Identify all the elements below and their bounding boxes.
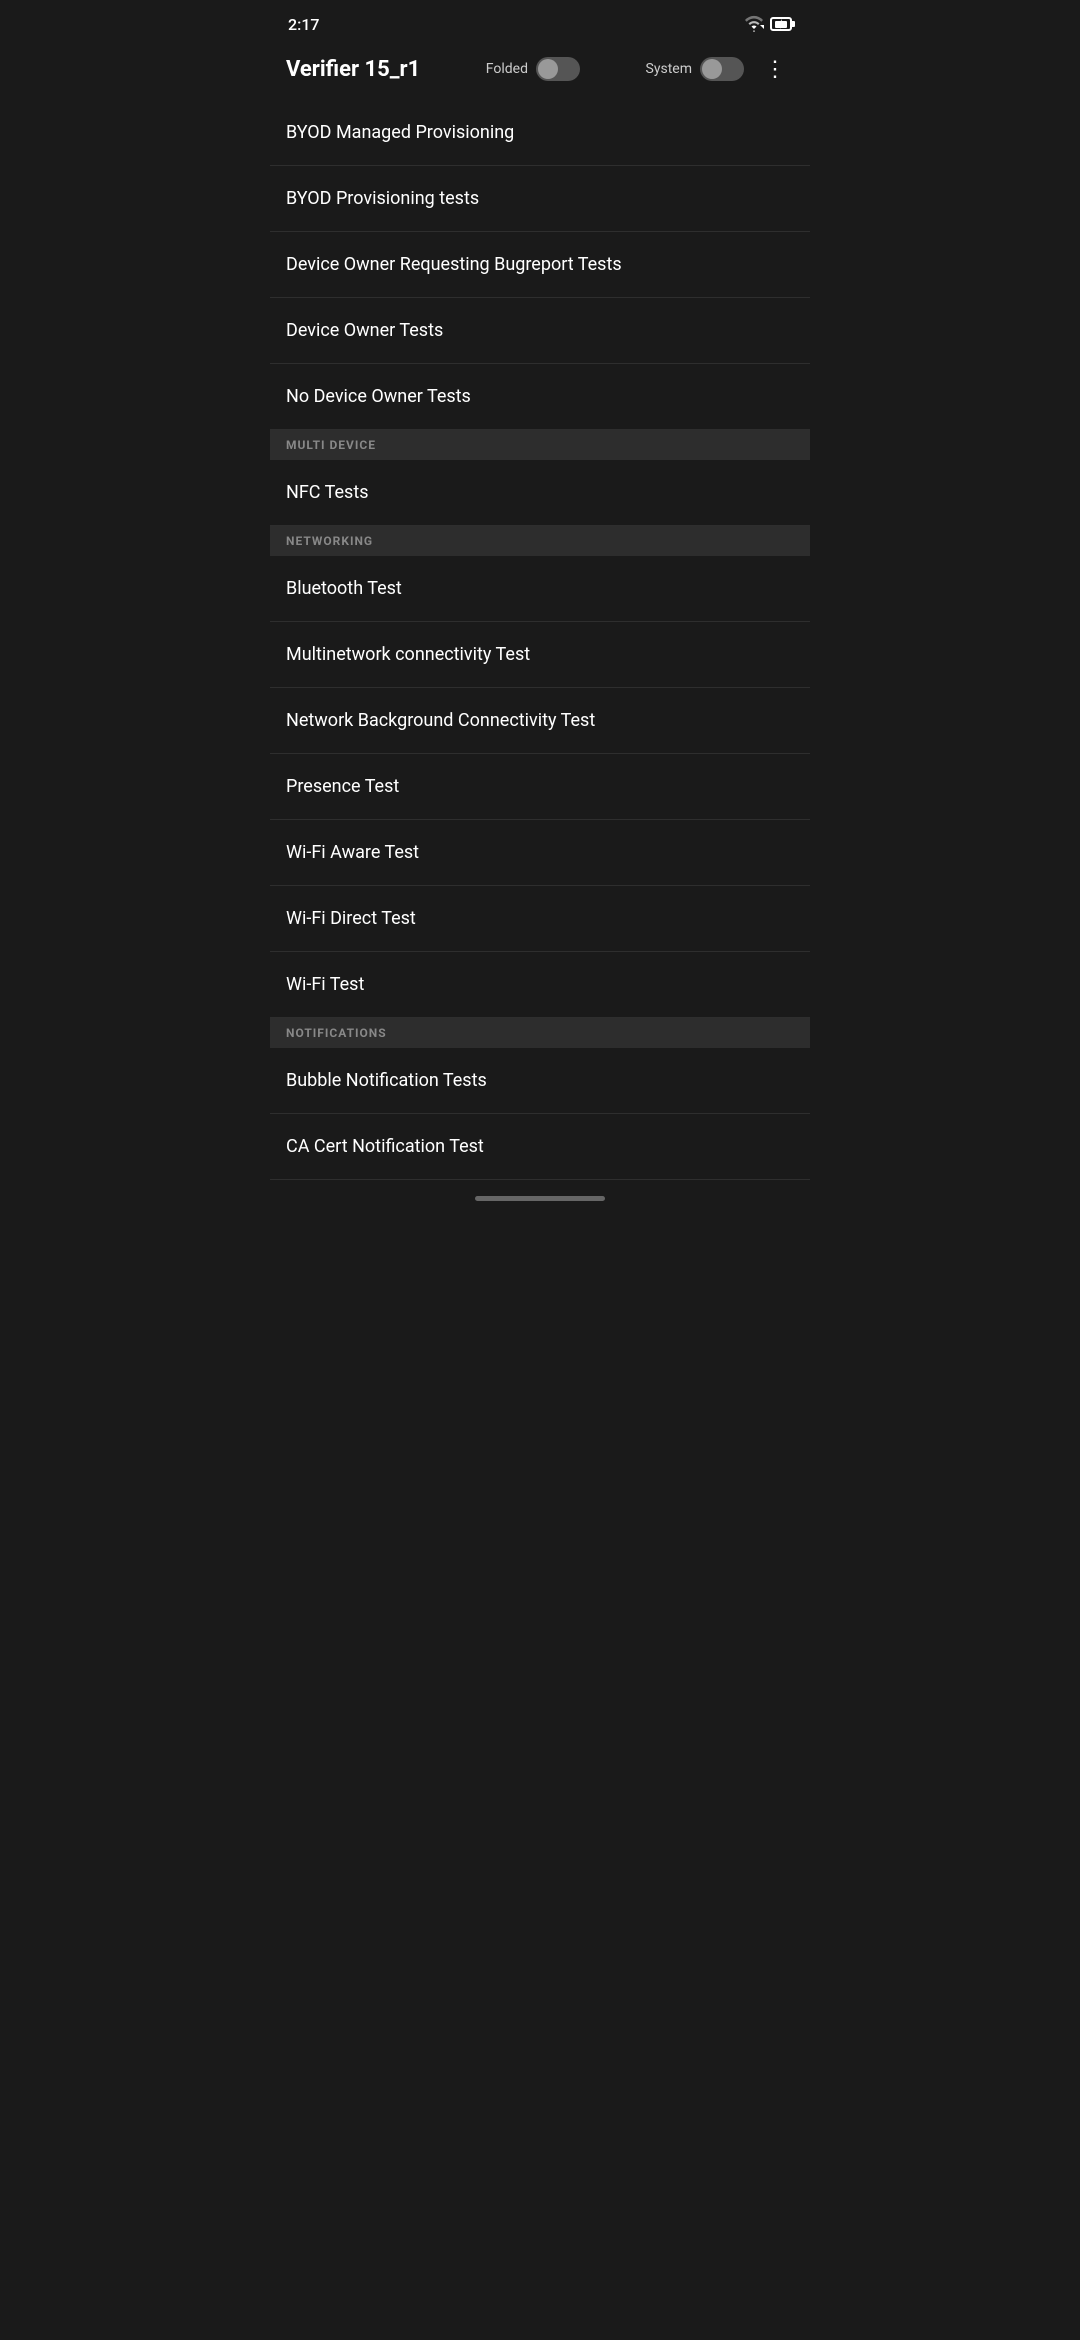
- list-item[interactable]: Device Owner Tests: [270, 298, 810, 364]
- battery-icon: [770, 17, 792, 31]
- wifi-icon: [744, 15, 764, 33]
- list-item[interactable]: Bubble Notification Tests: [270, 1048, 810, 1114]
- status-icons: [744, 15, 792, 33]
- list-item[interactable]: No Device Owner Tests: [270, 364, 810, 430]
- test-list: BYOD Managed ProvisioningBYOD Provisioni…: [270, 100, 810, 1180]
- list-item[interactable]: Wi-Fi Test: [270, 952, 810, 1018]
- list-item[interactable]: Multinetwork connectivity Test: [270, 622, 810, 688]
- list-item[interactable]: Presence Test: [270, 754, 810, 820]
- status-bar: 2:17: [270, 0, 810, 44]
- system-toggle[interactable]: [700, 57, 744, 81]
- list-item[interactable]: NFC Tests: [270, 460, 810, 526]
- list-item[interactable]: Network Background Connectivity Test: [270, 688, 810, 754]
- list-item[interactable]: BYOD Provisioning tests: [270, 166, 810, 232]
- list-item[interactable]: Wi-Fi Aware Test: [270, 820, 810, 886]
- home-indicator: [475, 1196, 605, 1201]
- more-options-button[interactable]: ⋮: [756, 54, 794, 84]
- toggle-group-folded: Folded: [486, 57, 580, 81]
- list-item[interactable]: BYOD Managed Provisioning: [270, 100, 810, 166]
- list-item[interactable]: Wi-Fi Direct Test: [270, 886, 810, 952]
- section-header-multi-device: MULTI DEVICE: [270, 430, 810, 460]
- list-item[interactable]: Bluetooth Test: [270, 556, 810, 622]
- folded-label: Folded: [486, 61, 528, 77]
- toolbar: Verifier 15_r1 Folded System ⋮: [270, 44, 810, 100]
- toggle-group-system: System: [646, 57, 744, 81]
- app-title: Verifier 15_r1: [286, 57, 420, 82]
- status-time: 2:17: [288, 15, 320, 34]
- list-item[interactable]: Device Owner Requesting Bugreport Tests: [270, 232, 810, 298]
- list-item[interactable]: CA Cert Notification Test: [270, 1114, 810, 1180]
- folded-toggle[interactable]: [536, 57, 580, 81]
- system-label: System: [646, 61, 692, 77]
- section-header-notifications: NOTIFICATIONS: [270, 1018, 810, 1048]
- section-header-networking: NETWORKING: [270, 526, 810, 556]
